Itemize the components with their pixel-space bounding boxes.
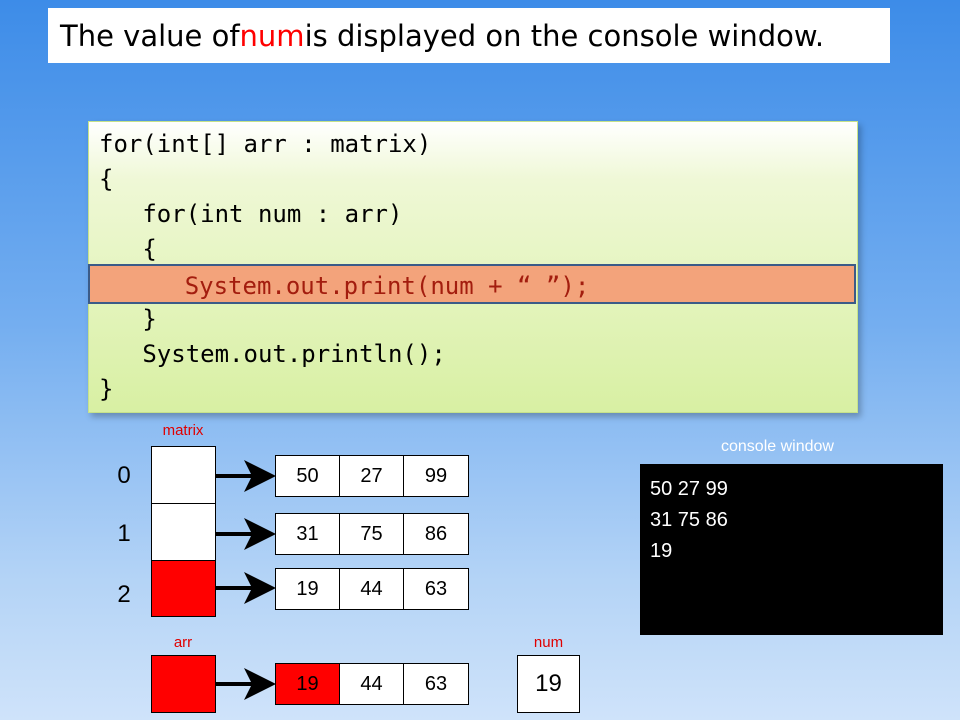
row-1-value: 31: [276, 514, 340, 554]
arr-value-current: 19: [276, 664, 340, 704]
row-1-value: 86: [424, 522, 448, 545]
row-2-value: 63: [424, 577, 448, 600]
console-line-3: 19: [650, 540, 673, 562]
row-array-1: 31 75 86: [275, 513, 469, 555]
row-1-value: 75: [340, 514, 404, 554]
row-0-value: 50: [276, 456, 340, 496]
arr-array: 19 44 63: [275, 663, 469, 705]
arr-value: 63: [424, 672, 448, 695]
num-value-box: 19: [517, 655, 580, 713]
row-array-0: 50 27 99: [275, 455, 469, 497]
row-0-value: 27: [340, 456, 404, 496]
console-window: 50 27 99 31 75 86 19: [640, 464, 943, 635]
row-2-value: 19: [276, 569, 340, 609]
row-2-value: 44: [340, 569, 404, 609]
console-line-2: 31 75 86: [650, 509, 728, 531]
row-array-2: 19 44 63: [275, 568, 469, 610]
console-line-1: 50 27 99: [650, 478, 728, 500]
row-0-value: 99: [424, 464, 448, 487]
arr-value: 44: [340, 664, 404, 704]
